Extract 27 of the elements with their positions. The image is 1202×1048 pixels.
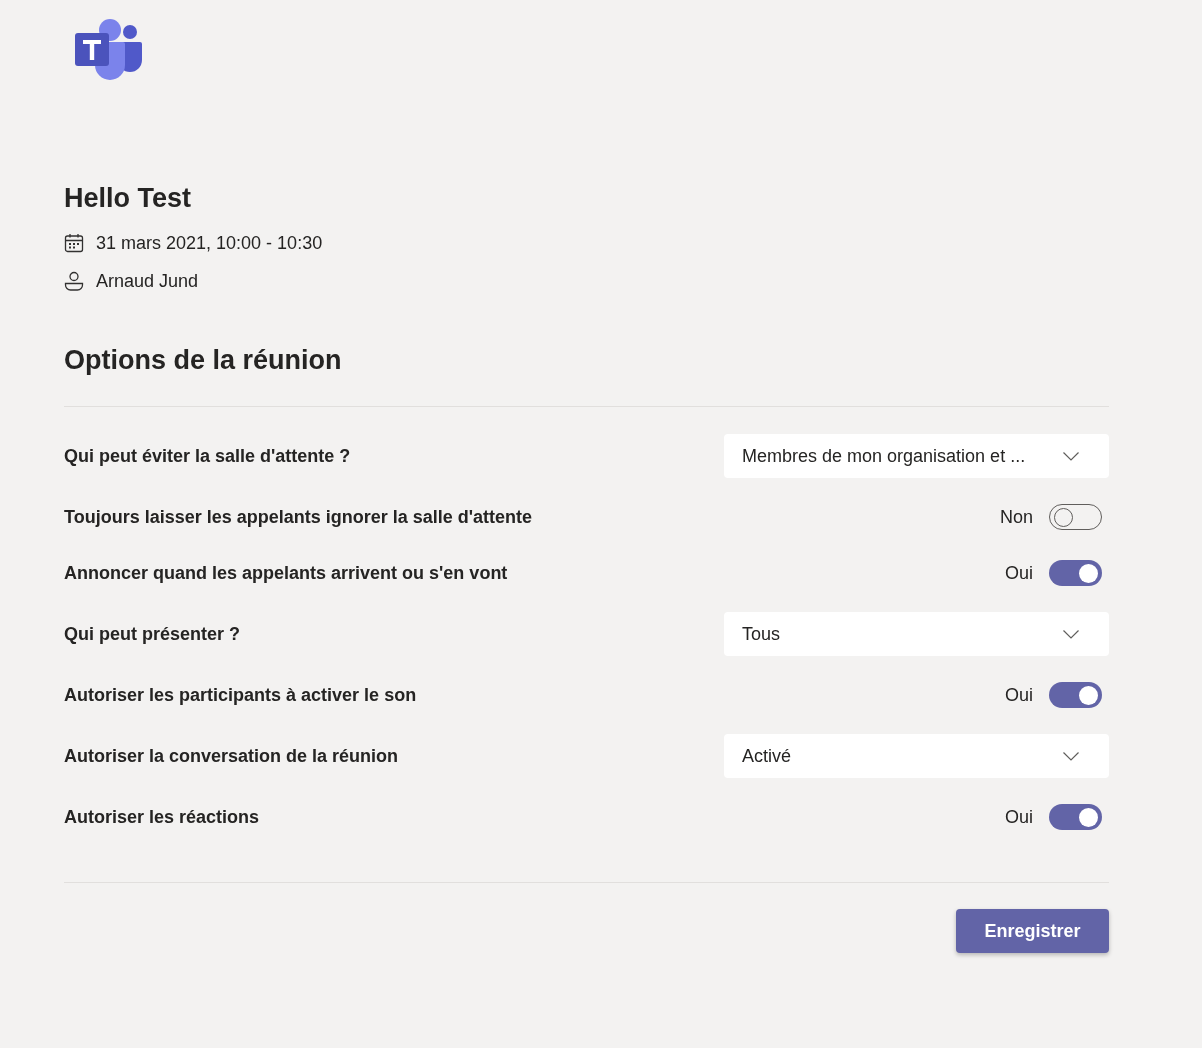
option-label: Qui peut éviter la salle d'attente ? xyxy=(64,444,351,468)
option-label: Annoncer quand les appelants arrivent ou s'en vont xyxy=(64,561,508,585)
meeting-date-time: 31 mars 2021, 10:00 - 10:30 xyxy=(96,232,323,255)
chevron-down-icon xyxy=(1063,629,1079,639)
option-label: Autoriser la conversation de la réunion xyxy=(64,744,399,768)
save-button[interactable]: Enregistrer xyxy=(956,909,1109,953)
meeting-title: Hello Test xyxy=(64,182,192,215)
chevron-down-icon xyxy=(1063,751,1079,761)
toggle-state-label: Oui xyxy=(1005,683,1033,707)
option-label: Toujours laisser les appelants ignorer la salle d'attente xyxy=(64,505,533,529)
section-title: Options de la réunion xyxy=(64,344,342,377)
toggle-state-label: Oui xyxy=(1005,561,1033,585)
toggle-switch[interactable] xyxy=(1049,682,1102,708)
organizer-name: Arnaud Jund xyxy=(96,270,199,293)
toggle-switch[interactable] xyxy=(1049,804,1102,830)
toggle-state-label: Non xyxy=(999,505,1033,529)
select-dropdown[interactable]: Membres de mon organisation et ... xyxy=(724,434,1109,478)
select-dropdown[interactable]: Tous xyxy=(724,612,1109,656)
option-label: Qui peut présenter ? xyxy=(64,622,241,646)
person-icon xyxy=(64,271,84,291)
chevron-down-icon xyxy=(1063,451,1079,461)
toggle-state-label: Oui xyxy=(1005,805,1033,829)
select-dropdown[interactable]: Activé xyxy=(724,734,1109,778)
option-label: Autoriser les participants à activer le son xyxy=(64,683,417,707)
option-label: Autoriser les réactions xyxy=(64,805,260,829)
calendar-icon xyxy=(64,233,84,253)
toggle-switch[interactable] xyxy=(1049,560,1102,586)
